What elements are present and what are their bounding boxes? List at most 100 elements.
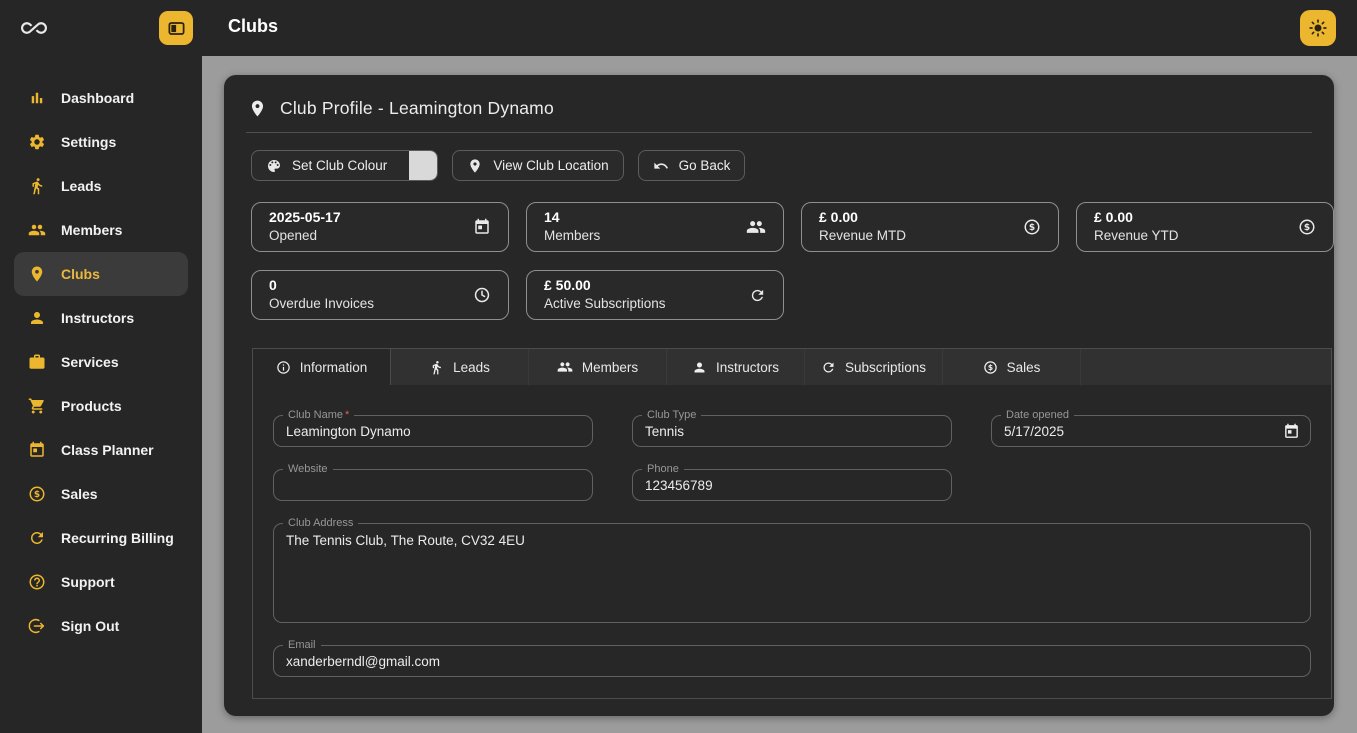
sidebar-item-clubs[interactable]: Clubs <box>14 252 188 296</box>
help-circle-icon <box>28 573 46 591</box>
sidebar-item-sign-out[interactable]: Sign Out <box>14 604 188 648</box>
tab-label: Subscriptions <box>845 360 926 375</box>
date-picker-calendar-icon[interactable] <box>1283 423 1300 441</box>
tab-label: Instructors <box>716 360 779 375</box>
refresh-icon <box>749 287 766 304</box>
tab-instructors[interactable]: Instructors <box>667 349 805 385</box>
sidebar-item-label: Class Planner <box>61 442 154 458</box>
sidebar-toggle-button[interactable] <box>159 11 193 45</box>
date-opened-label: Date opened <box>1001 408 1074 422</box>
set-club-colour-button[interactable]: Set Club Colour <box>251 150 438 181</box>
briefcase-icon <box>28 353 46 371</box>
stat-label: Overdue Invoices <box>269 295 374 313</box>
runner-icon <box>28 177 46 195</box>
tab-subscriptions[interactable]: Subscriptions <box>805 349 943 385</box>
sidebar-item-label: Sales <box>61 486 98 502</box>
stat-members: 14Members <box>526 202 784 252</box>
stat-value: 2025-05-17 <box>269 208 341 227</box>
grid-spacer <box>991 469 1311 501</box>
sidebar-item-services[interactable]: Services <box>14 340 188 384</box>
club-address-field: Club Address The Tennis Club, The Route,… <box>273 523 1311 623</box>
tab-bar: Information Leads Members Instructors Su… <box>253 349 1331 385</box>
sidebar: Dashboard Settings Leads Members Clubs I… <box>0 56 202 733</box>
sidebar-item-class-planner[interactable]: Class Planner <box>14 428 188 472</box>
view-club-location-label: View Club Location <box>493 158 608 173</box>
stats-grid: 2025-05-17Opened 14Members £ 0.00Revenue… <box>251 202 1334 320</box>
club-name-label: Club Name* <box>283 408 354 422</box>
sidebar-item-label: Sign Out <box>61 618 119 634</box>
sidebar-item-label: Recurring Billing <box>61 530 174 546</box>
sidebar-item-products[interactable]: Products <box>14 384 188 428</box>
sidebar-item-sales[interactable]: Sales <box>14 472 188 516</box>
sidebar-item-support[interactable]: Support <box>14 560 188 604</box>
sidebar-item-dashboard[interactable]: Dashboard <box>14 76 188 120</box>
stat-active-subscriptions: £ 50.00Active Subscriptions <box>526 270 784 320</box>
sun-icon <box>1308 18 1328 38</box>
people-icon <box>746 217 766 237</box>
club-profile-card: Club Profile - Leamington Dynamo Set Clu… <box>224 75 1334 716</box>
tab-sales[interactable]: Sales <box>943 349 1081 385</box>
sidebar-item-members[interactable]: Members <box>14 208 188 252</box>
stat-value: £ 50.00 <box>544 276 666 295</box>
bar-chart-icon <box>28 89 46 107</box>
undo-icon <box>653 158 669 174</box>
header-divider <box>246 132 1312 133</box>
app-logo-infinity-icon <box>19 15 49 41</box>
runner-icon <box>429 360 444 375</box>
page-title: Clubs <box>228 16 278 37</box>
theme-toggle-button[interactable] <box>1300 10 1336 46</box>
email-input[interactable] <box>274 646 1310 676</box>
tab-label: Leads <box>453 360 490 375</box>
go-back-button[interactable]: Go Back <box>638 150 746 181</box>
stat-value: 14 <box>544 208 600 227</box>
map-pin-icon <box>467 158 483 174</box>
tab-label: Information <box>300 360 368 375</box>
club-address-textarea[interactable]: The Tennis Club, The Route, CV32 4EU <box>274 524 1310 622</box>
tab-label: Members <box>582 360 638 375</box>
dollar-coin-icon <box>1298 218 1316 236</box>
tab-leads[interactable]: Leads <box>391 349 529 385</box>
email-label: Email <box>283 638 321 652</box>
stat-label: Revenue YTD <box>1094 227 1179 245</box>
dollar-coin-icon <box>983 360 998 375</box>
sidebar-item-label: Products <box>61 398 122 414</box>
club-name-field: Club Name* <box>273 415 593 447</box>
sidebar-item-label: Services <box>61 354 119 370</box>
website-field: Website <box>273 469 593 501</box>
sidebar-item-leads[interactable]: Leads <box>14 164 188 208</box>
action-buttons-row: Set Club Colour View Club Location Go Ba… <box>251 150 1320 181</box>
club-colour-swatch[interactable] <box>409 150 437 181</box>
email-field: Email <box>273 645 1311 677</box>
club-profile-title: Club Profile - Leamington Dynamo <box>280 98 554 119</box>
sidebar-item-label: Clubs <box>61 266 100 282</box>
phone-label: Phone <box>642 462 684 476</box>
stat-revenue-ytd: £ 0.00Revenue YTD <box>1076 202 1334 252</box>
club-profile-header: Club Profile - Leamington Dynamo <box>238 89 1320 119</box>
tab-information[interactable]: Information <box>253 349 391 385</box>
sidebar-item-label: Members <box>61 222 122 238</box>
sign-out-icon <box>28 617 46 635</box>
map-pin-icon <box>248 99 267 118</box>
sidebar-item-instructors[interactable]: Instructors <box>14 296 188 340</box>
stat-label: Revenue MTD <box>819 227 906 245</box>
person-icon <box>692 360 707 375</box>
club-detail-panel: Information Leads Members Instructors Su… <box>252 348 1332 699</box>
club-type-field: Club Type <box>632 415 952 447</box>
club-address-label: Club Address <box>283 516 358 530</box>
go-back-label: Go Back <box>679 158 731 173</box>
cart-icon <box>28 397 46 415</box>
view-club-location-button[interactable]: View Club Location <box>452 150 623 181</box>
information-form: Club Name* Club Type Date opened Website <box>253 385 1331 698</box>
stat-label: Members <box>544 227 600 245</box>
sidebar-item-label: Support <box>61 574 115 590</box>
set-club-colour-label: Set Club Colour <box>292 158 387 173</box>
sidebar-item-recurring-billing[interactable]: Recurring Billing <box>14 516 188 560</box>
club-type-label: Club Type <box>642 408 701 422</box>
stat-label: Active Subscriptions <box>544 295 666 313</box>
dollar-coin-icon <box>1023 218 1041 236</box>
sidebar-item-settings[interactable]: Settings <box>14 120 188 164</box>
main-content: Club Profile - Leamington Dynamo Set Clu… <box>202 56 1357 733</box>
phone-field: Phone <box>632 469 952 501</box>
people-icon <box>557 359 573 375</box>
tab-members[interactable]: Members <box>529 349 667 385</box>
